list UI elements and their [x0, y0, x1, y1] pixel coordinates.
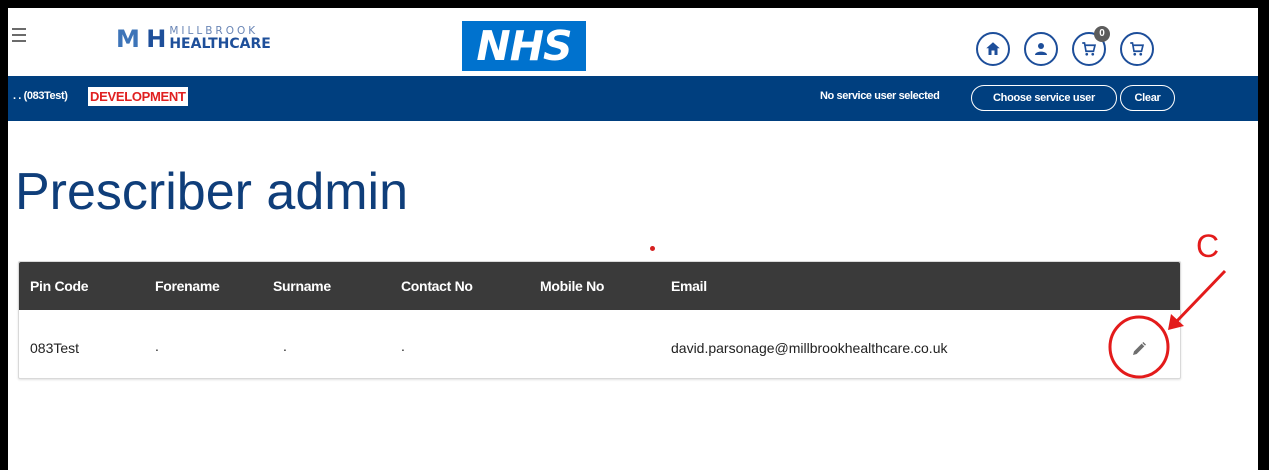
- home-button[interactable]: [976, 32, 1010, 66]
- basket-button[interactable]: 0: [1072, 26, 1110, 66]
- column-header-mobile-no[interactable]: Mobile No: [540, 278, 604, 294]
- home-icon: [986, 42, 1000, 55]
- logo-line2: HEALTHCARE: [169, 36, 271, 52]
- user-icon: [1035, 43, 1047, 55]
- menu-icon[interactable]: [12, 28, 26, 42]
- environment-tag: DEVELOPMENT: [88, 87, 188, 106]
- logo-mark: M H: [116, 25, 166, 53]
- table-row[interactable]: 083Test . . . david.parsonage@millbrookh…: [19, 310, 1180, 379]
- column-header-email[interactable]: Email: [671, 278, 707, 294]
- annotation-label: C: [1196, 228, 1220, 264]
- red-marker-dot: [650, 246, 655, 251]
- cart-icon: [1130, 42, 1145, 56]
- nhs-logo: NHS: [462, 21, 586, 71]
- app-frame: M H MILLBROOK HEALTHCARE NHS 0 . . (083T…: [8, 8, 1258, 470]
- current-user-code: . . (083Test): [13, 90, 68, 102]
- cell-email: david.parsonage@millbrookhealthcare.co.u…: [671, 340, 948, 356]
- cell-contact-no: .: [401, 338, 405, 354]
- annotation-arrow-line: [1174, 269, 1227, 324]
- column-header-surname[interactable]: Surname: [273, 278, 331, 294]
- clear-button[interactable]: Clear: [1120, 85, 1175, 111]
- cell-surname: .: [283, 338, 287, 354]
- top-header: M H MILLBROOK HEALTHCARE NHS 0: [8, 8, 1258, 76]
- cell-pin-code: 083Test: [30, 340, 80, 356]
- service-user-bar: . . (083Test) DEVELOPMENT No service use…: [8, 76, 1258, 121]
- checkout-button[interactable]: [1120, 32, 1154, 66]
- cart-icon: [1082, 42, 1097, 56]
- column-header-contact-no[interactable]: Contact No: [401, 278, 473, 294]
- choose-service-user-button[interactable]: Choose service user: [971, 85, 1117, 111]
- cell-forename: .: [155, 338, 159, 354]
- pencil-icon: [1133, 342, 1146, 355]
- millbrook-logo[interactable]: M H MILLBROOK HEALTHCARE: [116, 26, 271, 56]
- column-header-forename[interactable]: Forename: [155, 278, 220, 294]
- table-header: Pin Code Forename Surname Contact No Mob…: [19, 262, 1180, 310]
- cart-count-badge: 0: [1094, 26, 1110, 42]
- edit-prescriber-button[interactable]: [1124, 334, 1154, 364]
- column-header-pin-code[interactable]: Pin Code: [30, 278, 89, 294]
- prescriber-table: Pin Code Forename Surname Contact No Mob…: [18, 261, 1181, 379]
- page-title: Prescriber admin: [15, 163, 409, 221]
- account-button[interactable]: [1024, 32, 1058, 66]
- service-user-status: No service user selected: [820, 90, 940, 102]
